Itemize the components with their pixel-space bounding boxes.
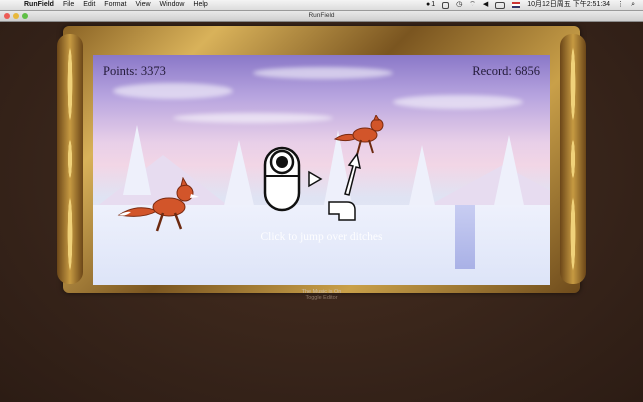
menu-file[interactable]: File — [63, 0, 74, 10]
menu-help[interactable]: Help — [193, 0, 207, 10]
wifi-icon[interactable]: ⌔ — [469, 0, 476, 10]
cloud — [253, 67, 393, 79]
cloud — [173, 113, 333, 123]
fox-runner-sprite — [117, 177, 199, 232]
menu-app-name[interactable]: RunField — [24, 0, 54, 10]
battery-icon[interactable] — [495, 1, 506, 9]
fox-head — [176, 184, 194, 202]
record-counter: Record: 6856 — [472, 64, 540, 78]
clock-icon[interactable]: ◷ — [456, 0, 462, 10]
game-canvas[interactable]: Points: 3373 Record: 6856 Click to jump … — [93, 55, 550, 285]
display-icon[interactable] — [442, 1, 450, 9]
window-controls — [4, 13, 28, 19]
fox-snout — [190, 194, 199, 198]
jump-arrow-icon — [344, 152, 361, 196]
snowy-tree — [223, 140, 255, 210]
toggle-editor-link[interactable]: Toggle Editor — [0, 295, 643, 301]
status-tray: ● 1 ◷ ⌔ ◀ 10月12日周五 下午2:51:34 ⋮ ⌕ — [426, 0, 635, 10]
fox-ear — [373, 115, 380, 121]
frame-ornament-right — [560, 34, 586, 284]
menu-window[interactable]: Window — [160, 0, 185, 10]
user-badge-count: 1 — [431, 1, 436, 8]
datetime[interactable]: 10月12日周五 下午2:51:34 — [527, 0, 610, 10]
spotlight-search-icon[interactable]: ⌕ — [631, 0, 635, 10]
snowy-tree — [408, 145, 436, 210]
fox-leg — [368, 139, 374, 154]
ditch-icon — [328, 201, 356, 221]
menu-edit[interactable]: Edit — [83, 0, 95, 10]
menu-view[interactable]: View — [135, 0, 150, 10]
menu-format[interactable]: Format — [104, 0, 126, 10]
mouse-icon — [263, 146, 301, 212]
play-icon — [308, 170, 323, 188]
fox-body — [152, 197, 186, 217]
minimize-window-button[interactable] — [13, 13, 19, 19]
window-title: RunField — [308, 12, 335, 19]
user-badge-icon[interactable]: ● — [426, 0, 430, 10]
window-title-bar: RunField — [0, 11, 643, 22]
zoom-window-button[interactable] — [22, 13, 28, 19]
fox-ear — [180, 177, 188, 187]
menu-bar: RunField File Edit Format View Window He… — [0, 0, 643, 11]
game-hint: Click to jump over ditches — [260, 231, 383, 243]
fox-head — [370, 118, 384, 132]
cloud — [393, 95, 523, 109]
points-counter: Points: 3373 — [103, 64, 166, 78]
cloud — [113, 83, 233, 99]
menu-list: RunField File Edit Format View Window He… — [24, 0, 208, 10]
volume-icon[interactable]: ◀ — [483, 0, 488, 10]
snowy-tree — [493, 135, 525, 210]
fox-leg — [173, 212, 183, 230]
input-source-flag-icon[interactable] — [512, 2, 521, 8]
fox-leg — [155, 212, 165, 232]
close-window-button[interactable] — [4, 13, 10, 19]
frame-ornament-left — [57, 34, 83, 284]
menu-extra-icon[interactable]: ⋮ — [617, 0, 624, 10]
